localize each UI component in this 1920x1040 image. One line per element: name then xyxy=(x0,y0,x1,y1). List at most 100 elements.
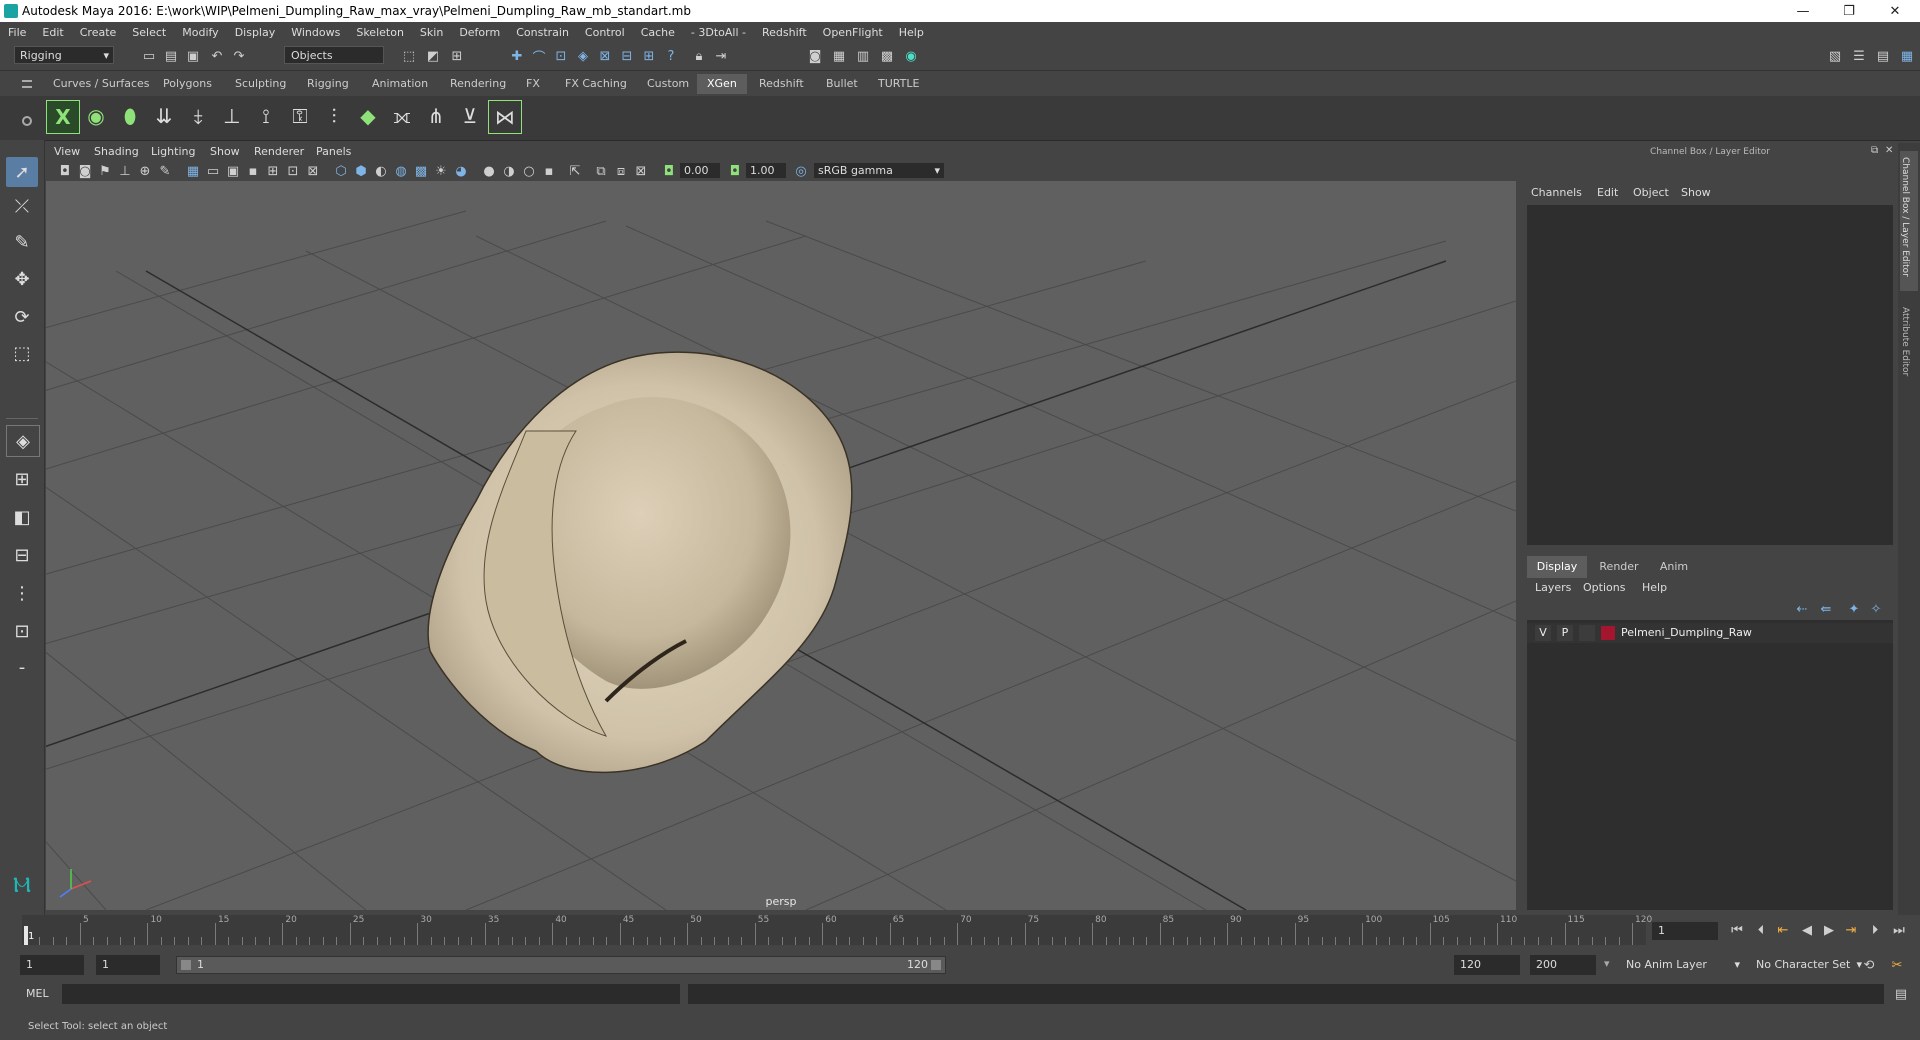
render-view-icon[interactable]: ◙ xyxy=(806,47,824,65)
menu-windows[interactable]: Windows xyxy=(283,26,348,39)
panel-menu-shading[interactable]: Shading xyxy=(94,145,139,158)
bookmark-icon[interactable]: ⚑ xyxy=(96,162,114,180)
lasso-tool-icon[interactable]: ⤫ xyxy=(6,191,38,221)
xgen-create-description-icon[interactable]: ⬮ xyxy=(114,100,146,132)
wireframe-icon[interactable]: ⬡ xyxy=(332,162,350,180)
menu-3dtoall[interactable]: - 3DtoAll - xyxy=(683,26,754,39)
select-hierarchy-icon[interactable]: ⬚ xyxy=(400,47,418,65)
select-tool-icon[interactable]: ➚ xyxy=(6,157,38,187)
go-to-end-icon[interactable]: ⏭ xyxy=(1890,921,1908,939)
panel-menu-renderer[interactable]: Renderer xyxy=(254,145,304,158)
attribute-editor-toggle-icon[interactable]: ☰ xyxy=(1850,47,1868,65)
step-forward-frame-icon[interactable]: ⏵ xyxy=(1866,921,1884,939)
close-panel-icon[interactable]: ✕ xyxy=(1885,145,1893,156)
xgen-place-guides-icon[interactable]: ⇊ xyxy=(148,100,180,132)
persp-graph-layout-icon[interactable]: ⊟ xyxy=(6,540,38,570)
anti-aliasing-icon[interactable]: ○ xyxy=(520,162,538,180)
menu-control[interactable]: Control xyxy=(577,26,633,39)
field-chart-icon[interactable]: ⊞ xyxy=(264,162,282,180)
shelf-menu-icon[interactable] xyxy=(22,80,32,88)
menu-openflight[interactable]: OpenFlight xyxy=(815,26,891,39)
four-view-layout-icon[interactable]: ⊞ xyxy=(6,464,38,494)
menu-skeleton[interactable]: Skeleton xyxy=(348,26,412,39)
play-forwards-icon[interactable]: ▶ xyxy=(1820,921,1838,939)
wireframe-on-shaded-icon[interactable]: ◐ xyxy=(372,162,390,180)
snap-view-plane-icon[interactable]: ◈ xyxy=(574,47,592,65)
channel-box-toggle-icon[interactable]: ▦ xyxy=(1898,47,1916,65)
select-object-icon[interactable]: ◩ xyxy=(424,47,442,65)
playback-start-field[interactable]: 1 xyxy=(96,955,160,975)
new-layer-selected-icon[interactable]: ✧ xyxy=(1867,600,1885,618)
float-panel-icon[interactable]: ⧉ xyxy=(1871,145,1878,156)
panel-menu-show[interactable]: Show xyxy=(210,145,240,158)
lock-icon[interactable]: 🔒︎ xyxy=(690,47,708,65)
layer-color-swatch[interactable] xyxy=(1601,626,1615,640)
channels-object-menu[interactable]: Object xyxy=(1633,186,1669,199)
frame-all-icon[interactable]: ⊠ xyxy=(632,162,650,180)
menu-file[interactable]: File xyxy=(0,26,34,39)
shelf-tab-rigging[interactable]: Rigging xyxy=(297,74,359,94)
select-component-icon[interactable]: ⊞ xyxy=(448,47,466,65)
menu-skin[interactable]: Skin xyxy=(412,26,451,39)
shelf-tab-fx-caching[interactable]: FX Caching xyxy=(555,74,637,94)
render-settings-icon[interactable]: ▩ xyxy=(878,47,896,65)
menu-constrain[interactable]: Constrain xyxy=(508,26,577,39)
menu-create[interactable]: Create xyxy=(72,26,125,39)
shelf-tab-custom[interactable]: Custom xyxy=(637,74,699,94)
exposure-icon[interactable]: ◘ xyxy=(660,162,678,180)
gate-mask-icon[interactable]: ▪ xyxy=(244,162,262,180)
smooth-shade-icon[interactable]: ⬢ xyxy=(352,162,370,180)
history-icon[interactable]: ⊞ xyxy=(640,47,658,65)
film-gate-icon[interactable]: ▭ xyxy=(204,162,222,180)
layers-menu[interactable]: Layers xyxy=(1535,581,1571,594)
snap-grid-icon[interactable]: ✚ xyxy=(508,47,526,65)
menu-deform[interactable]: Deform xyxy=(451,26,508,39)
anim-layer-dropdown[interactable]: No Anim Layer ▾ xyxy=(1620,955,1744,975)
xgen-add-cv-icon[interactable]: ⊥ xyxy=(216,100,248,132)
xgen-guide-tools-icon[interactable]: ⋔ xyxy=(420,100,452,132)
menu-select[interactable]: Select xyxy=(124,26,174,39)
xray-components-icon[interactable]: ⧈ xyxy=(612,162,630,180)
layer-display-type-toggle[interactable] xyxy=(1579,625,1595,641)
xgen-lock-length-icon[interactable]: ⚿ xyxy=(284,100,316,132)
undo-icon[interactable]: ↶ xyxy=(208,47,226,65)
help-line-icon[interactable]: ? xyxy=(662,47,680,65)
shelf-tab-turtle[interactable]: TURTLE xyxy=(868,74,929,94)
range-start-handle[interactable] xyxy=(181,960,191,970)
command-input[interactable] xyxy=(62,984,680,1004)
isolate-select-icon[interactable]: ⇱ xyxy=(566,162,584,180)
layers-options-menu[interactable]: Options xyxy=(1583,581,1625,594)
shelf-tab-bullet[interactable]: Bullet xyxy=(816,74,868,94)
range-slider-bar[interactable]: 1 120 xyxy=(176,956,946,974)
input-output-icon[interactable]: ⇥ xyxy=(712,47,730,65)
menu-redshift[interactable]: Redshift xyxy=(754,26,815,39)
grid-toggle-icon[interactable]: ▦ xyxy=(184,162,202,180)
restore-button[interactable]: ❐ xyxy=(1826,0,1872,22)
modeling-toolkit-icon[interactable]: ▧ xyxy=(1826,47,1844,65)
resolution-gate-icon[interactable]: ▣ xyxy=(224,162,242,180)
layout-options-icon[interactable]: - xyxy=(6,652,38,682)
redo-icon[interactable]: ↷ xyxy=(230,47,248,65)
layer-visibility-toggle[interactable]: V xyxy=(1535,625,1551,641)
move-tool-icon[interactable]: ✥ xyxy=(6,264,38,294)
gamma-field[interactable]: 1.00 xyxy=(746,163,786,178)
new-scene-icon[interactable]: ▭ xyxy=(140,47,158,65)
shelf-tab-animation[interactable]: Animation xyxy=(362,74,438,94)
snap-curve-icon[interactable]: ⌒ xyxy=(530,47,548,66)
shelf-tab-fx[interactable]: FX xyxy=(516,74,550,94)
save-scene-icon[interactable]: ▣ xyxy=(184,47,202,65)
animation-start-field[interactable]: 1 xyxy=(20,955,84,975)
xgen-toggle-preview-icon[interactable]: ◉ xyxy=(80,100,112,132)
exposure-field[interactable]: 0.00 xyxy=(680,163,720,178)
snap-surface-icon[interactable]: ⊟ xyxy=(618,47,636,65)
shelf-tab-curves-surfaces[interactable]: Curves / Surfaces xyxy=(43,74,160,94)
menu-help[interactable]: Help xyxy=(891,26,932,39)
panel-menu-view[interactable]: View xyxy=(54,145,80,158)
motion-blur-icon[interactable]: ◑ xyxy=(500,162,518,180)
auto-key-icon[interactable]: ⟲ xyxy=(1860,956,1878,974)
play-backwards-icon[interactable]: ◀ xyxy=(1798,921,1816,939)
menu-edit[interactable]: Edit xyxy=(34,26,71,39)
xgen-normalize-icon[interactable]: ⟗ xyxy=(386,100,418,132)
step-back-frame-icon[interactable]: ⏴ xyxy=(1752,921,1770,939)
move-layer-down-icon[interactable]: ⇚ xyxy=(1817,600,1835,618)
